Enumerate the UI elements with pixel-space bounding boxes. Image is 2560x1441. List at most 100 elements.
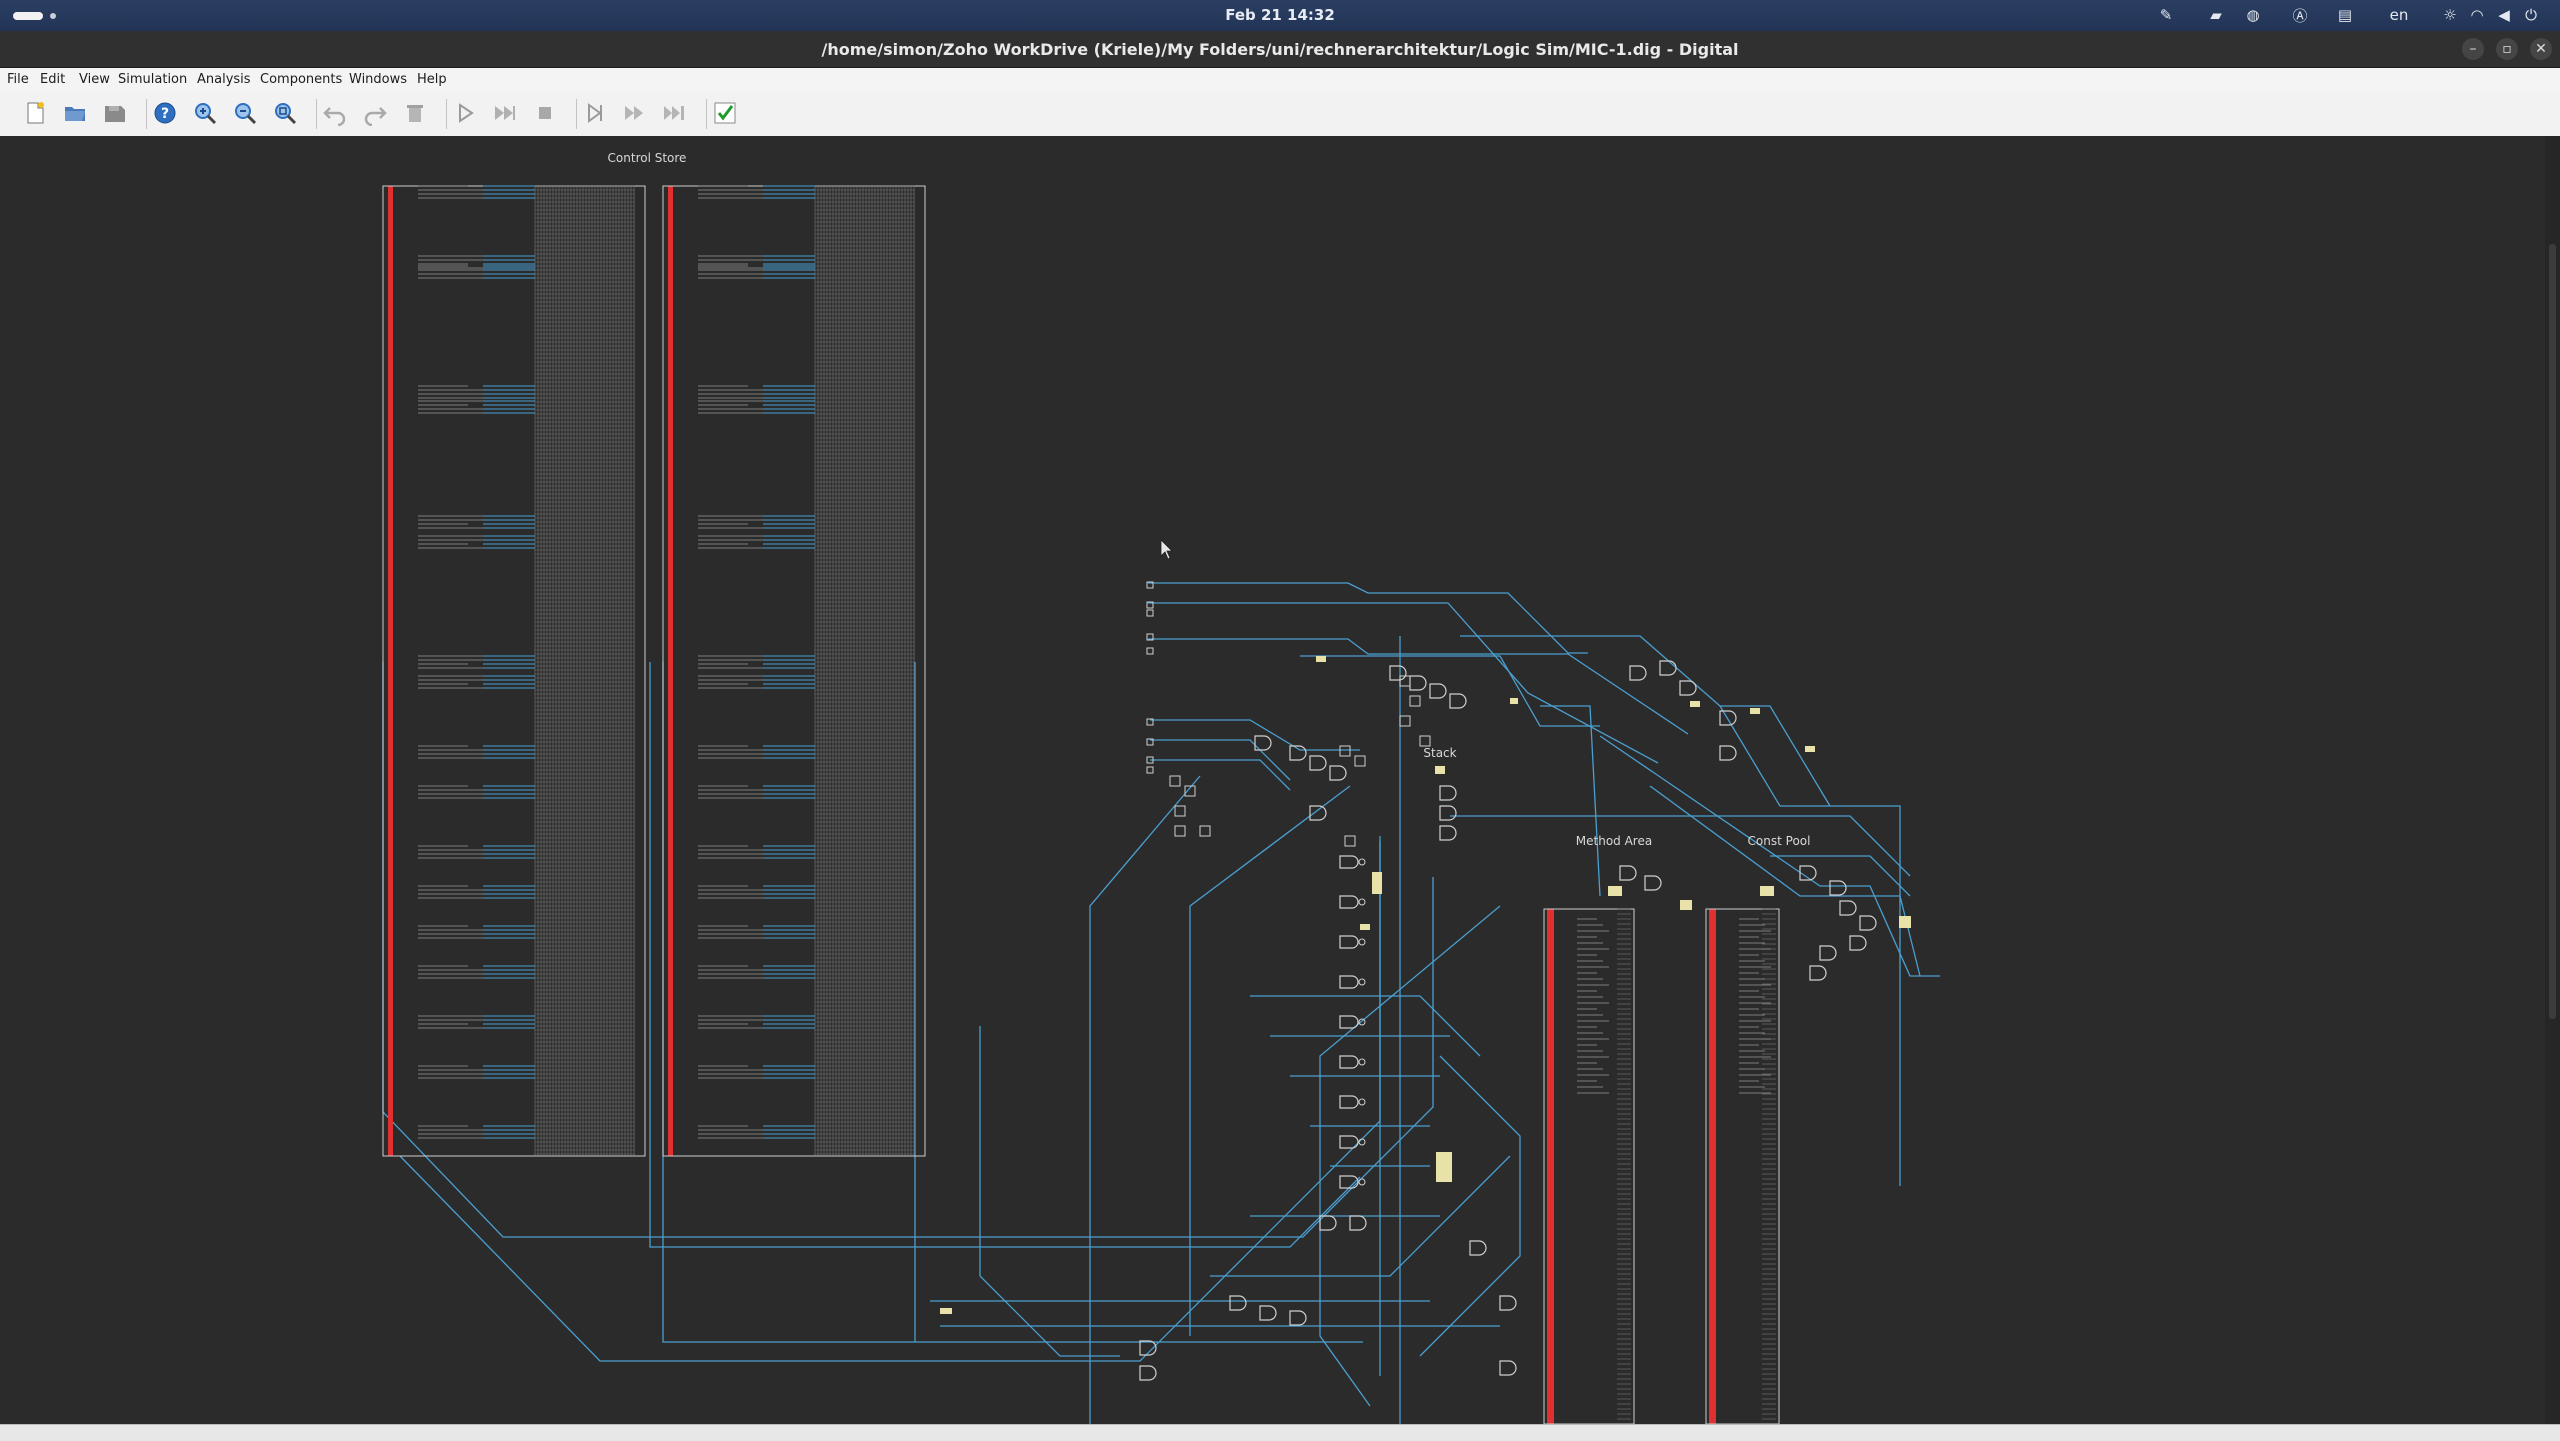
pen-icon[interactable]: ✎ [2156, 5, 2176, 25]
browser-icon[interactable]: ◍ [2243, 5, 2263, 25]
undo-button[interactable] [318, 96, 352, 130]
close-button[interactable]: ✕ [2530, 38, 2552, 60]
zoom-in-button[interactable] [188, 96, 222, 130]
logic-gate [1859, 915, 1877, 931]
logic-gate [1644, 875, 1662, 891]
logic-gate [1819, 945, 1837, 961]
vertical-scrollbar[interactable] [2545, 136, 2560, 1424]
yellow-register [1760, 886, 1774, 896]
brightness-icon[interactable]: ☼ [2440, 5, 2460, 25]
folder-icon[interactable]: ▰ [2206, 5, 2226, 25]
delete-button[interactable] [398, 96, 432, 130]
circuit-canvas[interactable]: Control Store Stack Method Area Const Po… [0, 136, 2545, 1424]
wire [1148, 582, 1588, 654]
step-button[interactable] [578, 96, 612, 130]
logic-gate [1289, 1310, 1307, 1326]
yellow-register [1510, 698, 1518, 704]
zoom-out-button[interactable] [228, 96, 262, 130]
menu-components[interactable]: Components [260, 72, 342, 87]
clock[interactable]: Feb 21 14:32 [0, 6, 2560, 24]
new-file-button[interactable] [18, 96, 52, 130]
menu-edit[interactable]: Edit [40, 72, 65, 87]
language-indicator[interactable]: en [2384, 5, 2414, 25]
yellow-register [1436, 1152, 1452, 1182]
a-icon[interactable]: Ⓐ [2290, 5, 2310, 25]
help-button[interactable]: ? [148, 96, 182, 130]
logic-gate [1809, 965, 1827, 981]
save-button[interactable] [98, 96, 132, 130]
menu-file[interactable]: File [7, 72, 29, 87]
logic-gate [1339, 975, 1359, 989]
redo-button[interactable] [358, 96, 392, 130]
rom-frame [662, 185, 926, 1157]
inverter-bubble [1358, 938, 1366, 946]
zoom-fit-button[interactable] [268, 96, 302, 130]
wire [1089, 775, 1201, 1424]
zoom-out-icon [235, 103, 257, 125]
rom-red-bar [668, 186, 673, 1156]
logic-gate [1389, 665, 1407, 681]
menu-windows[interactable]: Windows [349, 72, 407, 87]
run-to-end-button[interactable] [658, 96, 692, 130]
start-simulation-button[interactable] [448, 96, 482, 130]
rom-text-rows [698, 185, 793, 1139]
wire [1450, 815, 1911, 877]
wire [1148, 602, 1659, 764]
memory-red-bar [1709, 909, 1716, 1424]
clipboard-icon[interactable]: ▤ [2335, 5, 2355, 25]
micro-step-button[interactable] [618, 96, 652, 130]
component-box [1339, 745, 1351, 757]
verify-button[interactable] [708, 96, 742, 130]
component-box [1169, 775, 1181, 787]
input-pin [1146, 766, 1154, 774]
yellow-register [1316, 656, 1326, 662]
memory-grid [1762, 908, 1776, 1420]
const-pool-label: Const Pool [1748, 834, 1811, 848]
wire [1419, 1055, 1521, 1357]
logic-gate [1719, 745, 1737, 761]
yellow-register [1805, 746, 1815, 752]
checkmark-icon [714, 102, 736, 124]
inverter-bubble [1358, 1058, 1366, 1066]
yellow-register [940, 1308, 952, 1314]
svg-text:?: ? [161, 106, 169, 122]
logic-gate [1679, 680, 1697, 696]
logic-gate [1829, 880, 1847, 896]
memory-text-rows [1577, 918, 1609, 1094]
scrollbar-thumb[interactable] [2549, 244, 2556, 1019]
component-box [1174, 805, 1186, 817]
yellow-register [1899, 916, 1911, 928]
minimize-button[interactable]: – [2462, 38, 2484, 60]
wire [1719, 705, 1901, 1186]
menu-view[interactable]: View [79, 72, 110, 87]
logic-gate [1499, 1295, 1517, 1311]
menu-simulation[interactable]: Simulation [118, 72, 187, 87]
memory-grid [1617, 908, 1631, 1420]
wire [979, 1026, 1120, 1357]
open-file-button[interactable] [58, 96, 92, 130]
logic-gate [1629, 665, 1647, 681]
undo-icon [323, 107, 346, 126]
component-box [1419, 735, 1431, 747]
run-to-break-button[interactable] [488, 96, 522, 130]
stop-simulation-button[interactable] [528, 96, 562, 130]
power-icon[interactable]: ⏻ [2521, 5, 2541, 25]
menu-help[interactable]: Help [417, 72, 447, 87]
memory-text-rows [1739, 918, 1771, 1094]
redo-icon [364, 107, 387, 126]
yellow-register [1690, 701, 1700, 707]
const-pool-memory [1705, 908, 1780, 1424]
fast-forward-icon [495, 106, 515, 120]
rom-frame [382, 185, 646, 1157]
maximize-button[interactable]: ▫ [2496, 38, 2518, 60]
logic-gate [1619, 865, 1637, 881]
logic-gate [1339, 1095, 1359, 1109]
volume-icon[interactable]: ◀ [2494, 5, 2514, 25]
component-box [1354, 755, 1366, 767]
inverter-bubble [1358, 1098, 1366, 1106]
circuit-diagram[interactable]: Control Store Stack Method Area Const Po… [0, 136, 2545, 1424]
wifi-icon[interactable]: ◠ [2467, 5, 2487, 25]
method-area-label: Method Area [1576, 834, 1652, 848]
logic-gate [1349, 1215, 1367, 1231]
menu-analysis[interactable]: Analysis [197, 72, 251, 87]
